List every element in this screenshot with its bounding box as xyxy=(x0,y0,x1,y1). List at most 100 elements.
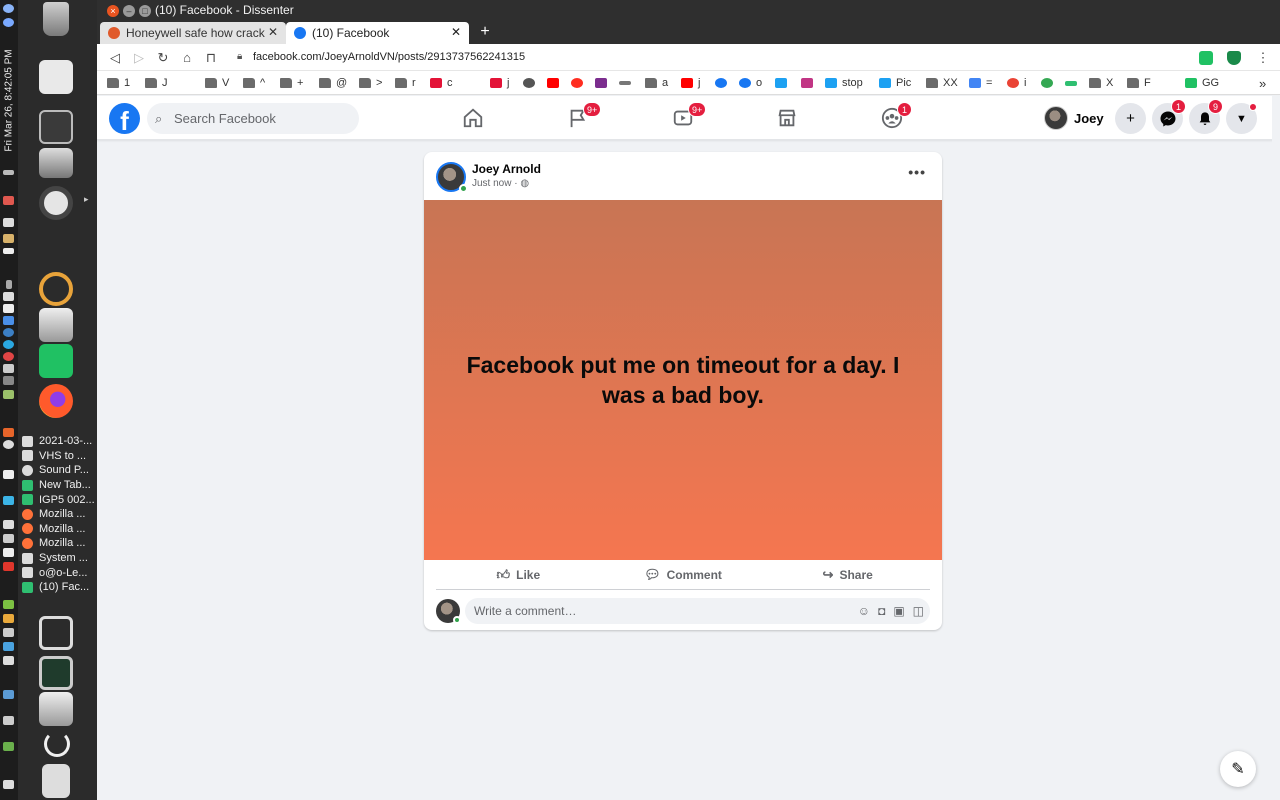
window-item[interactable]: VHS to ... xyxy=(20,449,96,464)
bookmark-icon[interactable]: ⊓ xyxy=(201,48,221,68)
notes-app-icon[interactable] xyxy=(39,344,73,378)
bookmark-item[interactable]: Pic xyxy=(879,75,911,91)
tray-vivaldi-icon[interactable] xyxy=(3,562,14,571)
bookmark-item[interactable] xyxy=(715,75,732,91)
lock-screen-icon[interactable] xyxy=(39,616,73,650)
emoji-icon[interactable]: ☺ xyxy=(858,598,870,624)
create-button[interactable]: + xyxy=(1115,103,1146,134)
marketplace-nav-button[interactable] xyxy=(770,102,804,134)
tray-usb-icon[interactable] xyxy=(3,548,14,557)
share-button[interactable]: ↪ Share xyxy=(765,560,930,589)
bookmark-item[interactable]: = xyxy=(969,75,992,91)
tray-app6-icon[interactable] xyxy=(3,690,14,699)
comment-button[interactable]: 💬︎ Comment xyxy=(601,560,766,589)
bookmark-item[interactable]: c xyxy=(430,75,453,91)
tray-terminal-icon[interactable] xyxy=(3,376,14,385)
system-monitor-icon[interactable] xyxy=(39,656,73,690)
tray-save-icon[interactable] xyxy=(3,534,14,543)
window-titlebar[interactable]: × – □ (10) Facebook - Dissenter xyxy=(97,0,1280,22)
bookmark-item[interactable] xyxy=(523,75,540,91)
messenger-button[interactable]: 1 xyxy=(1152,99,1186,134)
browser-menu-icon[interactable]: ⋮ xyxy=(1253,48,1273,68)
bookmark-item[interactable]: stop xyxy=(825,75,863,91)
new-message-button[interactable]: ✎ xyxy=(1220,751,1256,787)
dissenter-extension-icon[interactable] xyxy=(1199,51,1213,65)
home-nav-button[interactable] xyxy=(456,102,490,134)
bookmark-item[interactable]: J xyxy=(145,75,168,91)
screenshot-icon[interactable] xyxy=(39,692,73,726)
reload-icon[interactable]: ↻ xyxy=(153,48,173,68)
bookmark-item[interactable] xyxy=(547,75,564,91)
tray-box-icon[interactable] xyxy=(3,520,14,529)
terminal-icon[interactable] xyxy=(39,110,73,144)
network-icon[interactable] xyxy=(3,4,14,13)
watch-nav-button[interactable]: 9+ xyxy=(666,102,707,134)
tray-transfer-icon[interactable] xyxy=(3,218,14,227)
maximize-window-button[interactable]: □ xyxy=(139,5,151,17)
tray-bluetooth-icon[interactable] xyxy=(6,280,12,289)
forward-arrow-icon[interactable]: ▷ xyxy=(129,48,149,68)
close-window-button[interactable]: × xyxy=(107,5,119,17)
window-item[interactable]: Mozilla ... xyxy=(20,522,96,537)
tray-wordpress-icon[interactable] xyxy=(3,328,14,337)
window-item[interactable]: IGP5 002... xyxy=(20,492,96,507)
tray-app2-icon[interactable] xyxy=(3,614,14,623)
tray-diamond-icon[interactable] xyxy=(3,496,14,505)
bookmark-item[interactable]: + xyxy=(280,75,303,91)
bookmark-item[interactable]: ^ xyxy=(243,75,265,91)
sticker-icon[interactable]: ◫ xyxy=(913,598,924,624)
bookmark-item[interactable]: r xyxy=(395,75,416,91)
tray-app9-icon[interactable] xyxy=(3,780,14,789)
bookmark-item[interactable]: i xyxy=(1007,75,1026,91)
scanner-icon[interactable] xyxy=(39,148,73,178)
bookmark-item[interactable]: j xyxy=(490,75,509,91)
tray-app5-icon[interactable] xyxy=(3,656,14,665)
account-menu-button[interactable]: ▼ xyxy=(1226,103,1257,134)
bookmark-item[interactable] xyxy=(571,75,588,91)
window-item[interactable]: (10) Fac... xyxy=(20,580,96,595)
bookmark-item[interactable]: 1 xyxy=(107,75,130,91)
tray-a-icon[interactable] xyxy=(3,440,14,449)
profile-button[interactable]: Joey xyxy=(1044,103,1104,133)
bookmark-item[interactable] xyxy=(1065,75,1082,91)
pages-nav-button[interactable]: 9+ xyxy=(561,102,602,134)
ubuntu-software-icon[interactable] xyxy=(39,186,73,220)
text-editor-icon[interactable] xyxy=(39,60,73,94)
window-item[interactable]: Mozilla ... xyxy=(20,536,96,551)
tray-eye-icon[interactable] xyxy=(3,304,14,313)
bookmark-item[interactable]: X xyxy=(1089,75,1113,91)
camera-icon[interactable]: ◘ xyxy=(878,598,885,624)
tray-red-icon[interactable] xyxy=(3,352,14,361)
back-arrow-icon[interactable]: ◁ xyxy=(105,48,125,68)
post-author[interactable]: Joey Arnold xyxy=(472,162,541,176)
tray-app4-icon[interactable] xyxy=(3,642,14,651)
bookmark-item[interactable] xyxy=(619,75,636,91)
facebook-logo-icon[interactable]: f xyxy=(109,103,140,134)
close-tab-icon[interactable]: ✕ xyxy=(268,25,278,39)
tray-photo-icon[interactable] xyxy=(3,390,14,399)
tray-battery-icon[interactable] xyxy=(3,248,14,254)
groups-nav-button[interactable]: 1 xyxy=(875,102,912,134)
bookmark-item[interactable]: j xyxy=(681,75,700,91)
search-input[interactable]: ⌕ Search Facebook xyxy=(147,103,359,134)
bookmark-item[interactable]: V xyxy=(205,75,229,91)
window-item[interactable]: New Tab... xyxy=(20,478,96,493)
new-tab-button[interactable]: + xyxy=(475,22,495,44)
tray-download-icon[interactable] xyxy=(3,196,14,205)
tray-skype-icon[interactable] xyxy=(3,340,14,349)
power-icon[interactable] xyxy=(44,731,70,757)
window-item[interactable]: 2021-03-... xyxy=(20,434,96,449)
post-timestamp[interactable]: Just now · ◍ xyxy=(472,178,529,189)
home-icon[interactable]: ⌂ xyxy=(177,48,197,68)
bookmark-item[interactable]: GG xyxy=(1185,75,1219,91)
shield-extension-icon[interactable] xyxy=(1227,51,1241,65)
page-scrollbar[interactable] xyxy=(1272,96,1280,800)
close-tab-icon[interactable]: ✕ xyxy=(451,25,461,39)
tray-doc-icon[interactable] xyxy=(3,316,14,325)
tray-disk-icon[interactable] xyxy=(3,364,14,373)
window-item[interactable]: Mozilla ... xyxy=(20,507,96,522)
bluetooth-icon[interactable] xyxy=(3,18,14,27)
minimize-window-button[interactable]: – xyxy=(123,5,135,17)
workspace-switcher-icon[interactable] xyxy=(42,764,70,798)
tray-image-icon[interactable] xyxy=(3,234,14,243)
